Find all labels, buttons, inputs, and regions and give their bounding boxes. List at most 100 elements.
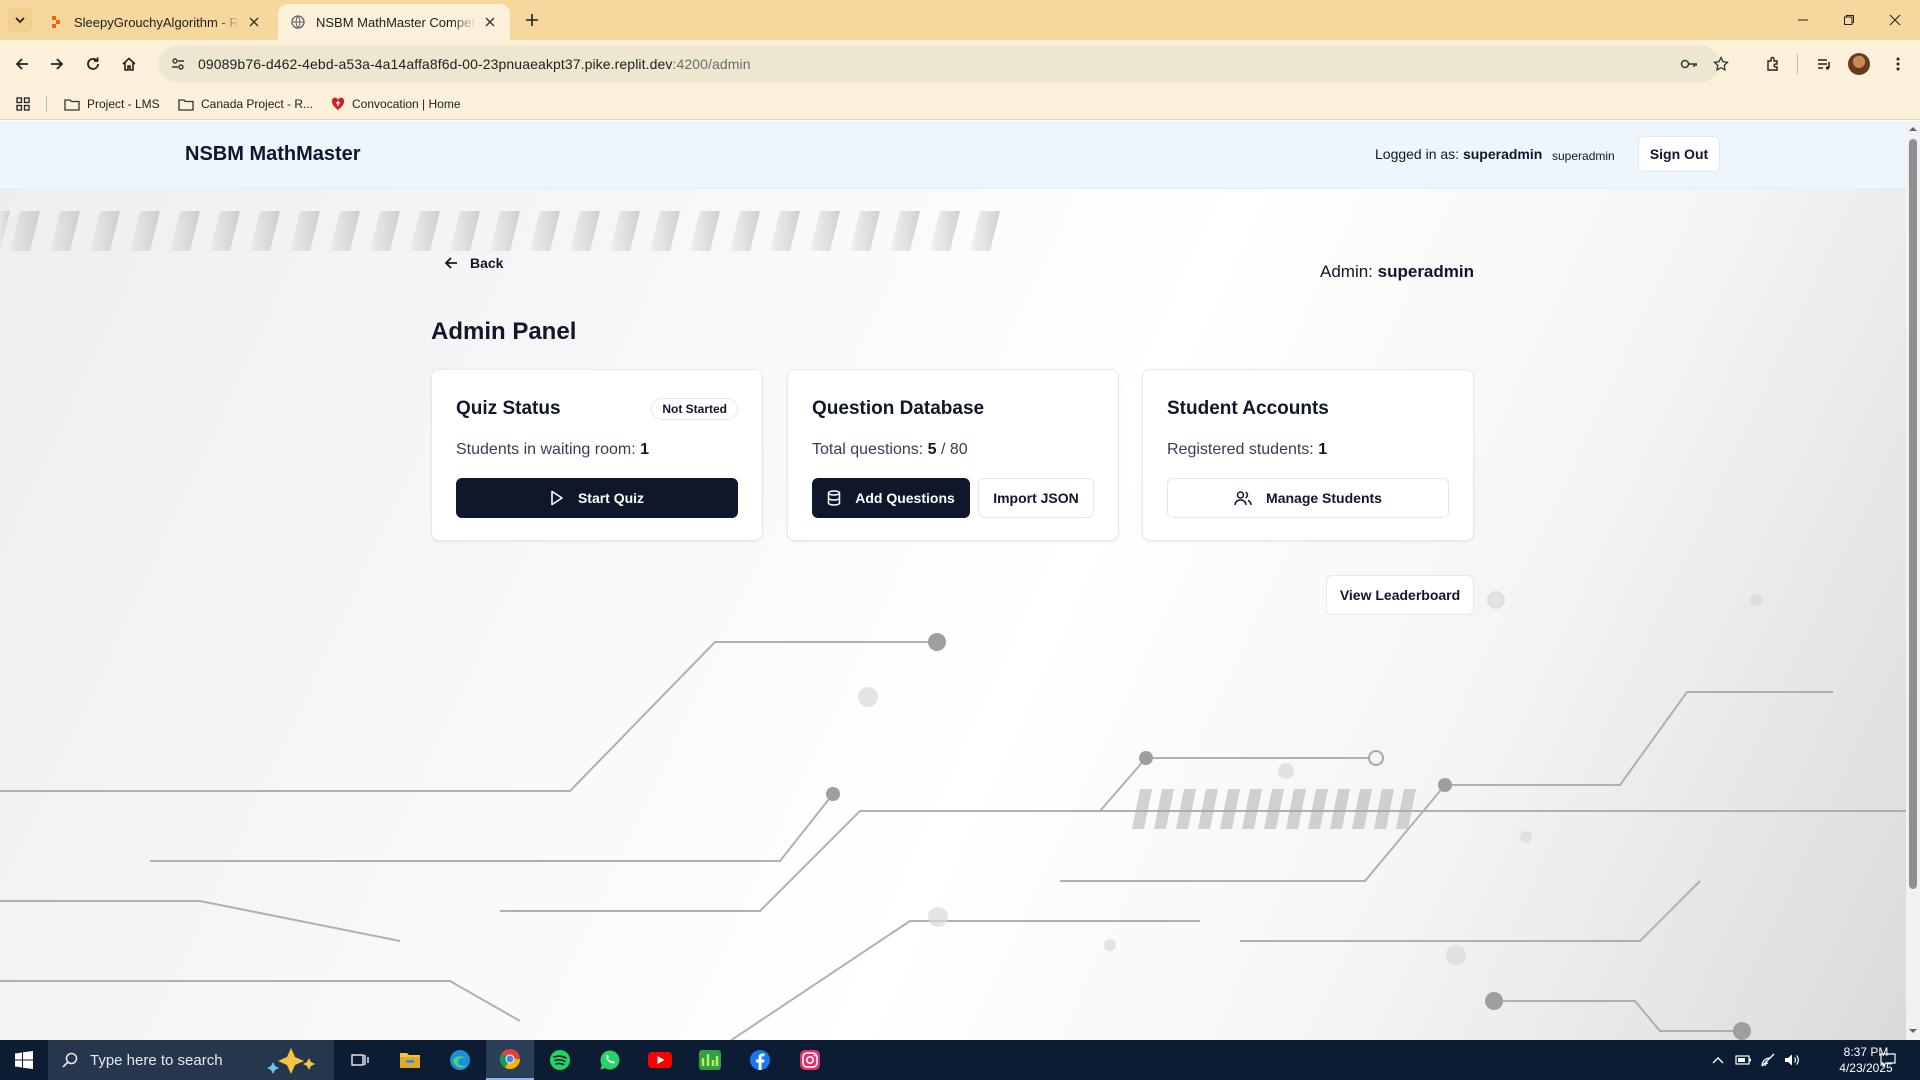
profile-avatar[interactable] [1848, 53, 1870, 75]
green-app[interactable] [686, 1040, 734, 1080]
reload-button[interactable] [79, 50, 107, 78]
spotify-icon [550, 1050, 570, 1070]
battery-icon[interactable] [1732, 1040, 1756, 1080]
restore-icon [1844, 15, 1854, 25]
restore-button[interactable] [1826, 0, 1872, 40]
replit-icon [48, 14, 64, 30]
instagram-icon [800, 1050, 820, 1070]
total-questions-value: 5 [927, 441, 937, 458]
url-host: 09089b76-d462-4ebd-a53a-4a14affa8f6d-00-… [198, 56, 673, 72]
student-accounts-card: Student Accounts Registered students: 1 … [1142, 369, 1474, 541]
total-questions-label: Total questions: [812, 441, 924, 458]
address-bar[interactable]: 09089b76-d462-4ebd-a53a-4a14affa8f6d-00-… [158, 46, 1729, 82]
registered-students-value: 1 [1318, 441, 1328, 458]
home-button[interactable] [115, 50, 143, 78]
edge-icon [450, 1050, 470, 1070]
registered-students-label: Registered students: [1167, 441, 1314, 458]
tab-title: SleepyGrouchyAlgorithm - Replit [74, 14, 240, 30]
media-control-icon[interactable] [1810, 50, 1838, 78]
bookmark-project-lms[interactable]: Project - LMS [64, 94, 160, 114]
start-quiz-button[interactable]: Start Quiz [456, 478, 738, 518]
tab-replit[interactable]: SleepyGrouchyAlgorithm - Replit [36, 4, 274, 40]
close-tab-icon[interactable] [246, 14, 262, 30]
edge-app[interactable] [436, 1040, 484, 1080]
status-badge: Not Started [651, 398, 738, 420]
bookmark-label: Project - LMS [87, 97, 160, 111]
spotify-app[interactable] [536, 1040, 584, 1080]
card-title: Student Accounts [1167, 398, 1329, 419]
arrow-left-icon [444, 256, 458, 270]
extensions-icon[interactable] [1759, 50, 1787, 78]
start-button[interactable] [0, 1040, 48, 1080]
card-title: Quiz Status [456, 398, 561, 419]
whatsapp-icon [600, 1050, 620, 1070]
manage-students-label: Manage Students [1266, 490, 1382, 506]
globe-icon [290, 14, 306, 30]
chrome-icon [499, 1049, 521, 1070]
task-view-button[interactable] [336, 1040, 384, 1080]
bookmark-canada-project[interactable]: Canada Project - R... [178, 94, 313, 114]
notifications-button[interactable] [1872, 1040, 1904, 1080]
sign-out-button[interactable]: Sign Out [1638, 136, 1720, 172]
file-explorer-app[interactable] [386, 1040, 434, 1080]
arrow-left-icon [15, 58, 28, 70]
volume-icon[interactable] [1780, 1040, 1804, 1080]
plus-icon [526, 14, 538, 26]
password-key-icon[interactable] [1675, 50, 1703, 78]
bookmarks-bar: Project - LMS Canada Project - R... Conv… [0, 88, 1920, 120]
site-info-icon[interactable] [164, 50, 192, 78]
search-placeholder: Type here to search [90, 1051, 223, 1069]
task-view-icon [351, 1054, 369, 1066]
play-icon [550, 490, 564, 506]
bookmark-divider [46, 96, 47, 112]
manage-students-button[interactable]: Manage Students [1167, 478, 1449, 518]
tab-mathmaster[interactable]: NSBM MathMaster Competition [278, 4, 510, 40]
view-leaderboard-button[interactable]: View Leaderboard [1326, 575, 1474, 615]
youtube-app[interactable] [636, 1040, 684, 1080]
add-questions-button[interactable]: Add Questions [812, 478, 970, 518]
browser-toolbar: 09089b76-d462-4ebd-a53a-4a14affa8f6d-00-… [0, 40, 1920, 88]
page-viewport: NSBM MathMaster Logged in as: superadmin… [0, 121, 1906, 1040]
back-nav-button[interactable] [8, 50, 36, 78]
youtube-icon [648, 1052, 672, 1068]
close-tab-icon[interactable] [482, 14, 498, 30]
import-json-button[interactable]: Import JSON [978, 478, 1094, 518]
more-menu-icon[interactable] [1884, 50, 1912, 78]
apps-grid-icon[interactable] [16, 94, 30, 114]
tab-search-button[interactable] [8, 8, 32, 32]
new-tab-button[interactable] [520, 8, 544, 32]
bookmark-star-icon[interactable] [1707, 50, 1735, 78]
minimize-button[interactable] [1780, 0, 1826, 40]
taskbar-search[interactable]: Type here to search [48, 1040, 334, 1080]
facebook-app[interactable] [736, 1040, 784, 1080]
chart-app-icon [699, 1050, 721, 1070]
back-button[interactable]: Back [432, 247, 515, 279]
notification-icon [1880, 1053, 1896, 1067]
wifi-icon[interactable] [1756, 1040, 1780, 1080]
scroll-thumb[interactable] [1909, 139, 1917, 889]
page-scrollbar[interactable] [1906, 121, 1920, 1040]
chrome-app[interactable] [486, 1040, 534, 1080]
folder-icon [178, 98, 194, 111]
bookmark-label: Convocation | Home [352, 97, 461, 111]
forward-nav-button[interactable] [43, 50, 71, 78]
total-questions: Total questions: 5 / 80 [812, 441, 968, 459]
show-hidden-icons[interactable] [1706, 1040, 1730, 1080]
role-tag: superadmin [1552, 149, 1615, 163]
bookmark-label: Canada Project - R... [201, 97, 314, 111]
whatsapp-app[interactable] [586, 1040, 634, 1080]
close-window-button[interactable] [1872, 0, 1918, 40]
question-database-card: Question Database Total questions: 5 / 8… [787, 369, 1119, 541]
logged-in-info: Logged in as: superadmin [1375, 146, 1542, 162]
search-icon [62, 1052, 78, 1068]
sparkle-icon [267, 1048, 315, 1074]
brand-title[interactable]: NSBM MathMaster [185, 143, 361, 166]
bookmark-convocation[interactable]: Convocation | Home [331, 94, 461, 114]
admin-prefix: Admin: [1319, 262, 1373, 281]
reload-icon [87, 57, 99, 70]
tab-title: NSBM MathMaster Competition [316, 14, 476, 30]
database-icon [827, 490, 841, 506]
instagram-app[interactable] [786, 1040, 834, 1080]
app-header: NSBM MathMaster Logged in as: superadmin… [0, 121, 1906, 189]
file-explorer-icon [400, 1053, 420, 1068]
